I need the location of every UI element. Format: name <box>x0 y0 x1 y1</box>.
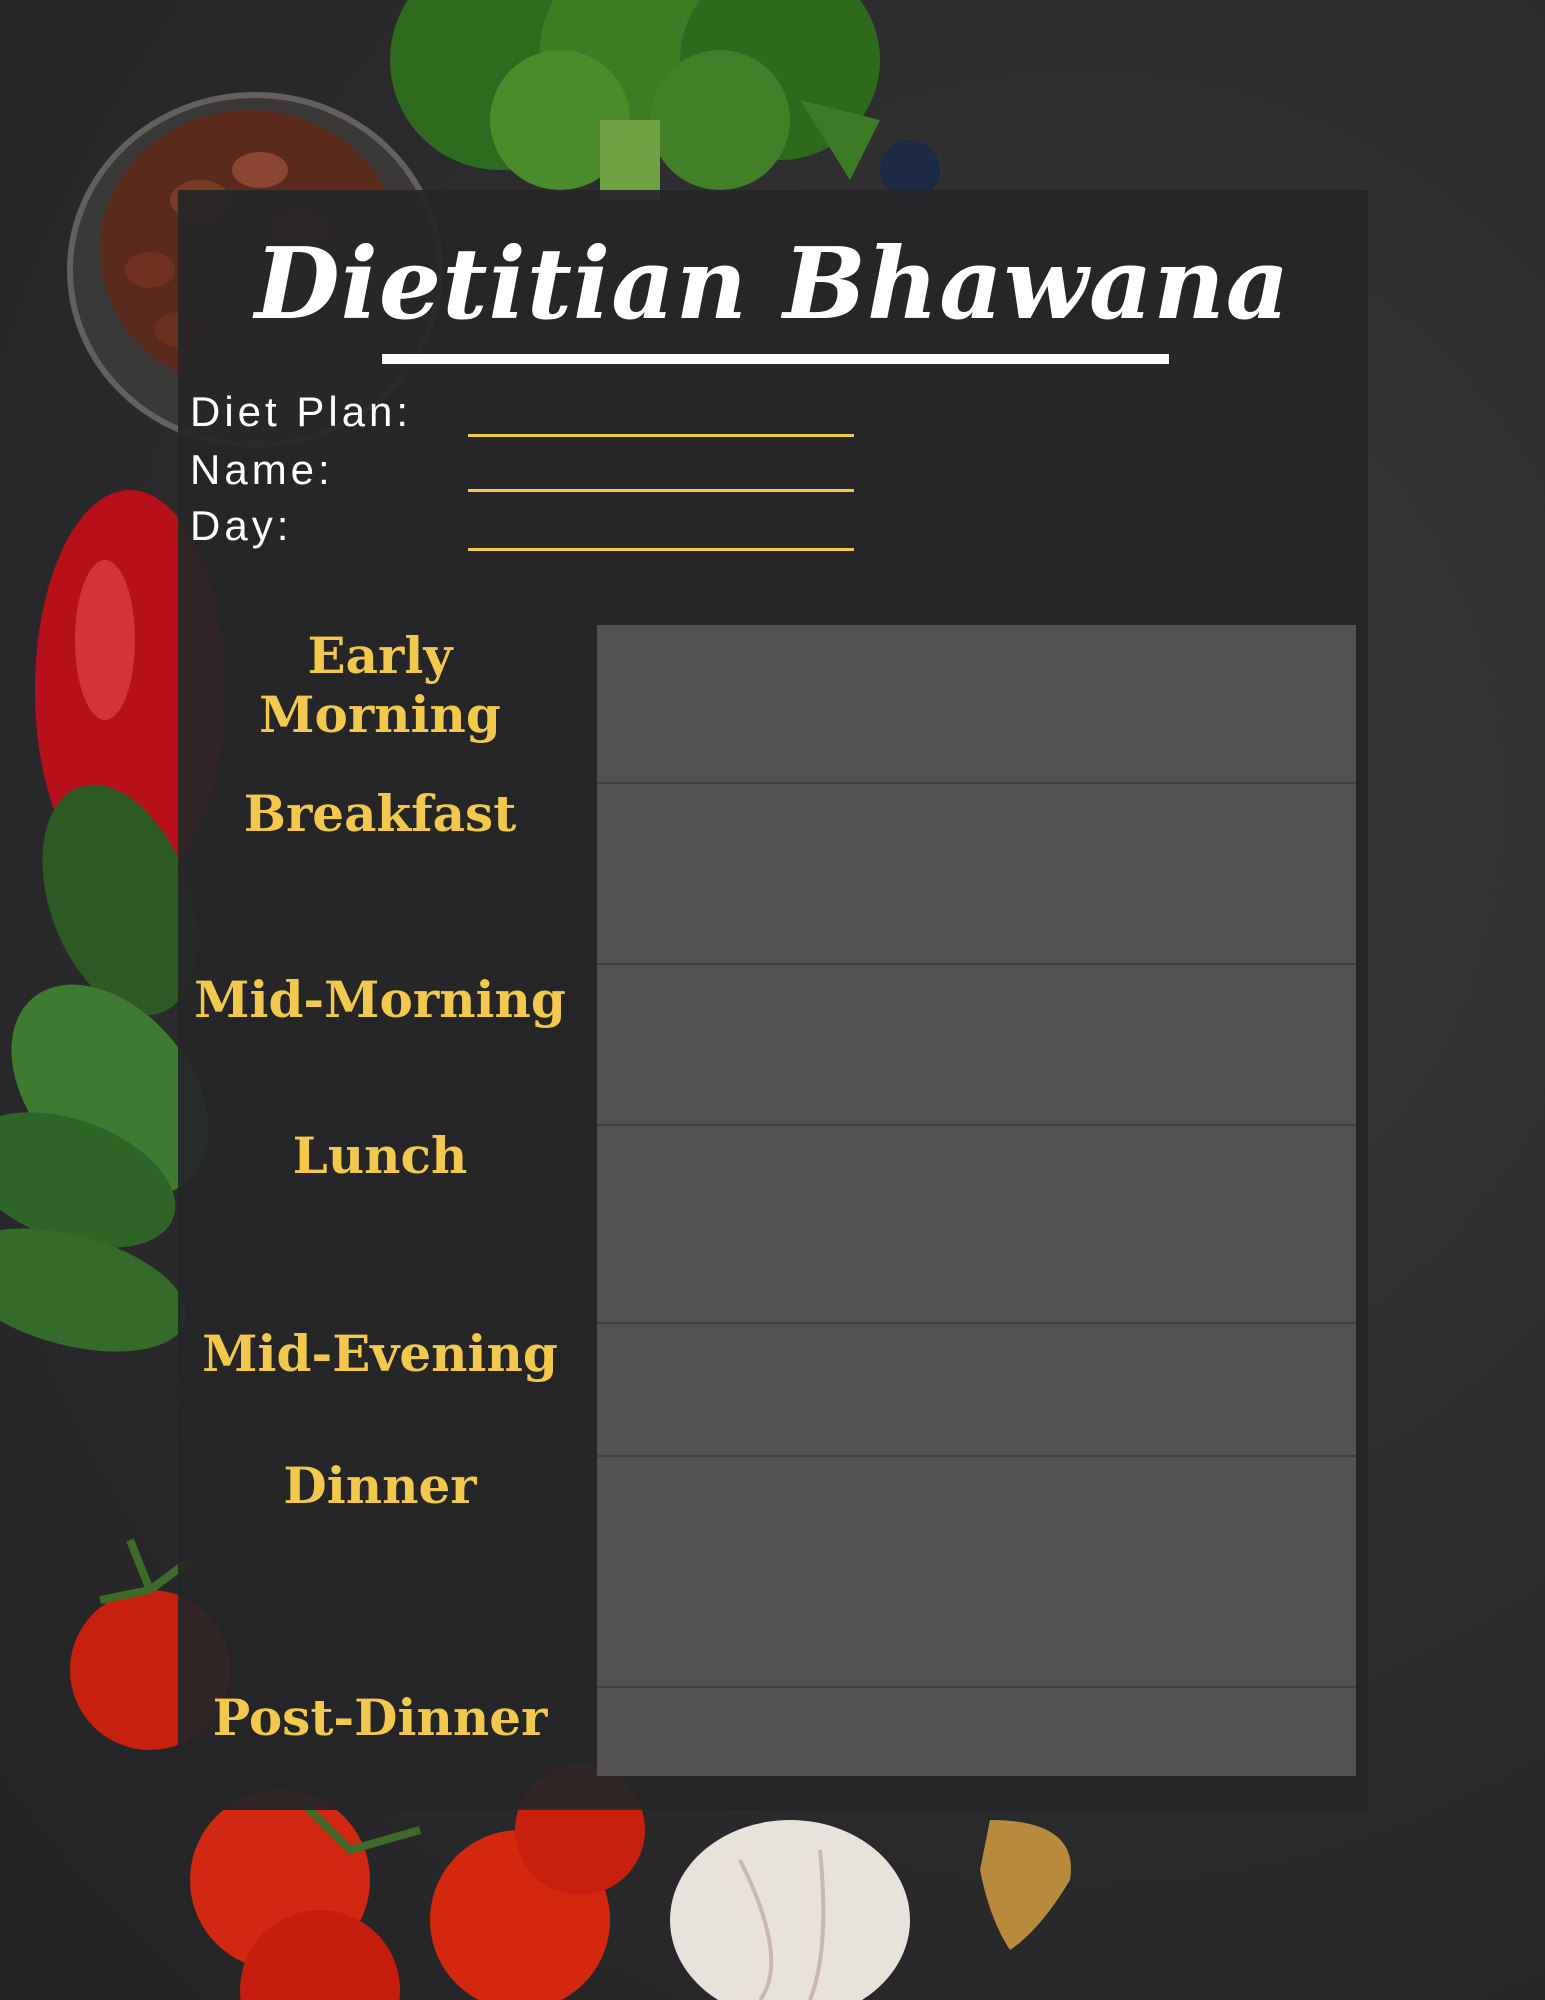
diet-plan-field[interactable] <box>468 434 854 437</box>
page-title: Dietitian Bhawana <box>254 227 1291 342</box>
meal-label-post-dinner: Post-Dinner <box>212 1688 548 1747</box>
ginger-image <box>980 1820 1071 1950</box>
name-label: Name: <box>190 446 334 493</box>
meal-label-dinner: Dinner <box>283 1456 477 1515</box>
meal-label-early-morning: Early Morning <box>259 626 501 744</box>
meal-label-breakfast: Breakfast <box>243 784 517 843</box>
diet-plan-label: Diet Plan: <box>190 388 413 435</box>
meal-label-mid-morning: Mid-Morning <box>194 970 566 1029</box>
row-divider <box>597 782 1356 784</box>
meal-label-mid-evening: Mid-Evening <box>202 1324 558 1383</box>
garlic-image <box>670 1820 910 2000</box>
row-divider <box>597 1124 1356 1126</box>
row-divider <box>597 1455 1356 1457</box>
day-label: Day: <box>190 502 293 549</box>
row-divider <box>597 1686 1356 1688</box>
meal-label-lunch: Lunch <box>292 1126 468 1185</box>
meal-entry-grid[interactable] <box>597 625 1356 1776</box>
broccoli-image <box>390 0 880 200</box>
day-field[interactable] <box>468 548 854 551</box>
name-field[interactable] <box>468 489 854 492</box>
row-divider <box>597 963 1356 965</box>
row-divider <box>597 1322 1356 1324</box>
title-underline <box>382 354 1169 364</box>
